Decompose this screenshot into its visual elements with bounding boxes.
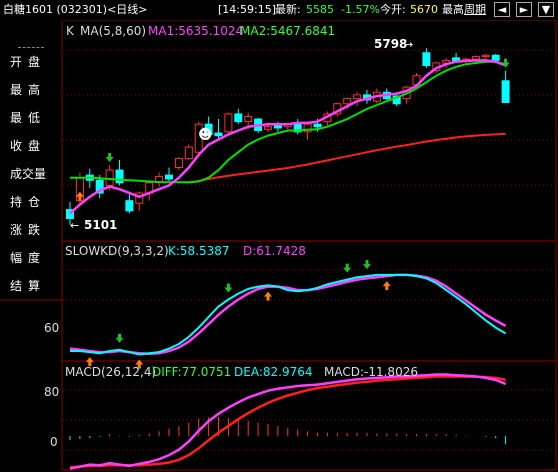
candle-body — [471, 56, 480, 60]
sidebar-item-high: 最高 — [10, 83, 47, 97]
buy-arrow-icon — [264, 291, 272, 301]
candle-body — [244, 116, 253, 123]
candle-body — [264, 126, 272, 130]
price-panel[interactable] — [66, 48, 510, 225]
ma-label: MA(5,8,60) — [80, 24, 146, 38]
sidebar-item-close: 收盘 — [10, 139, 47, 153]
candle-body — [184, 146, 193, 160]
sidebar-item-settlement: 结算 — [10, 279, 47, 293]
macd-value-label: MACD:-11.8026 — [324, 365, 418, 379]
price-indicator-label: K — [66, 24, 75, 38]
smiley-icon: ☻ — [198, 127, 213, 143]
title-bar: 白糖1601 (032301)<日线> [14:59:15] 最新: 5585 … — [0, 0, 558, 20]
dropdown-menu-button[interactable]: ▼ — [538, 2, 554, 17]
scroll-left-button[interactable]: ◄ — [494, 2, 510, 17]
candle-body — [105, 169, 114, 186]
sidebar-item-volume: 成交量 — [10, 167, 47, 181]
slowkd-tick-60: 60 — [44, 321, 59, 335]
candle-body — [165, 174, 173, 180]
ma2-label: MA2:5467.6841 — [240, 24, 335, 38]
sell-arrow-icon — [363, 260, 371, 270]
period-button[interactable]: 周期 — [463, 3, 487, 17]
diff-line — [69, 373, 507, 470]
sidebar-item-open: 开盘 — [10, 55, 47, 69]
candle-body — [273, 124, 282, 129]
sidebar-item-low: 最低 — [10, 111, 47, 125]
latest-price-value: 5585 — [306, 3, 334, 16]
max-marker-arrow-icon: → — [404, 38, 413, 51]
chart-area[interactable]: K MA(5,8,60) MA1:5635.1024 MA2:5467.6841… — [0, 0, 558, 472]
sell-arrow-icon — [115, 333, 124, 343]
macd-tick-0: 0 — [50, 435, 58, 449]
open-price-value: 5670 — [410, 3, 438, 16]
slowkd-panel[interactable] — [69, 260, 507, 369]
instrument-title: 白糖1601 (032301)<日线> — [3, 3, 148, 16]
scroll-right-button[interactable]: ► — [516, 2, 532, 17]
macd-panel[interactable] — [69, 373, 507, 470]
change-percent: -1.57% — [341, 3, 380, 16]
candle-body — [174, 158, 183, 169]
sell-arrow-icon — [343, 263, 352, 273]
open-price-label: 今开: — [380, 3, 406, 16]
min-price-marker: 5101 — [84, 218, 117, 232]
candle-body — [501, 80, 510, 103]
ma3-line — [188, 132, 506, 184]
max-price-marker: 5798 — [374, 37, 407, 51]
candle-body — [313, 123, 322, 128]
slowkd-label: SLOWKD(9,3,3,2) — [65, 244, 169, 258]
candle-body — [125, 200, 134, 212]
diff-value-label: DIFF:77.0751 — [152, 365, 231, 379]
candle-body — [481, 54, 490, 58]
sidebar-item-change: 涨跌 — [10, 223, 47, 237]
quote-sidebar: 开盘 最高 最低 收盘 成交量 持仓 涨跌 幅度 结算 — [0, 20, 62, 300]
dea-value-label: DEA:82.9764 — [234, 365, 313, 379]
ma2-line — [70, 60, 506, 184]
macd-tick-80: 80 — [44, 385, 59, 399]
candle-body — [422, 52, 431, 67]
sidebar-divider — [18, 47, 44, 48]
candle-body — [155, 175, 164, 183]
sell-arrow-icon — [224, 283, 233, 293]
candle-body — [343, 98, 352, 105]
ma1-line — [69, 59, 507, 215]
d-value-label: D:61.7428 — [243, 244, 306, 258]
candle-body — [234, 113, 243, 123]
macd-label: MACD(26,12,4) — [65, 365, 156, 379]
buy-arrow-icon — [382, 281, 391, 291]
ma1-label: MA1:5635.1024 — [148, 24, 243, 38]
candle-body — [353, 94, 362, 100]
candle-body — [491, 54, 500, 61]
sidebar-item-open-interest: 持仓 — [10, 195, 47, 209]
k-value-label: K:58.5387 — [168, 244, 230, 258]
high-price-label: 最高 — [442, 3, 464, 16]
min-marker-arrow-icon: ← — [70, 219, 79, 232]
sidebar-item-change-pct: 幅度 — [10, 251, 47, 265]
candle-body — [214, 132, 223, 137]
latest-price-label: 最新: — [275, 3, 301, 16]
sell-arrow-icon — [105, 152, 114, 162]
time-display: [14:59:15] — [218, 3, 276, 16]
candle-body — [224, 113, 233, 133]
sell-arrow-icon — [501, 58, 510, 68]
